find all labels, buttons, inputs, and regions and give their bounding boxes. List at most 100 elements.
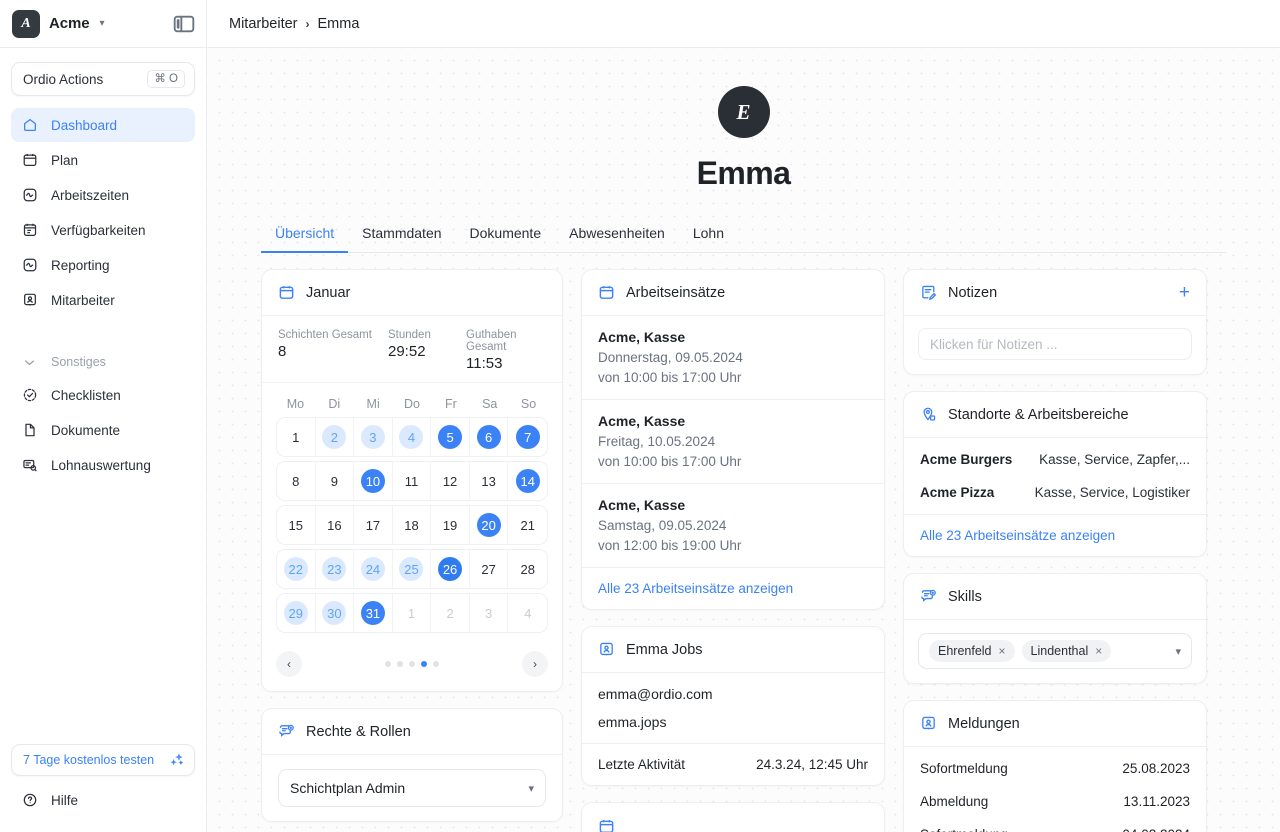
roles-card-header: Rechte & Rollen xyxy=(262,709,562,755)
calendar-day-cell[interactable]: 26 xyxy=(431,550,470,588)
panel-toggle-icon[interactable] xyxy=(172,12,196,36)
trial-button[interactable]: 7 Tage kostenlos testen xyxy=(11,744,195,776)
chevron-down-icon[interactable]: ▾ xyxy=(1175,645,1181,658)
calendar-pager: ‹ › xyxy=(262,643,562,691)
report-row: Sofortmeldung 04.02.2024 xyxy=(904,818,1206,832)
calendar-day-number: 6 xyxy=(477,425,501,449)
calendar-day-cell[interactable]: 4 xyxy=(508,594,547,632)
calendar-day-cell[interactable]: 6 xyxy=(470,418,509,456)
calendar-day-cell[interactable]: 12 xyxy=(431,462,470,500)
skills-select[interactable]: Ehrenfeld × Lindenthal × ▾ xyxy=(918,633,1192,669)
calendar-day-cell[interactable]: 17 xyxy=(354,506,393,544)
calendar-day-cell[interactable]: 19 xyxy=(431,506,470,544)
calendar-week-row: 1234567 xyxy=(276,417,548,457)
skill-chip[interactable]: Ehrenfeld × xyxy=(929,640,1015,662)
role-select[interactable]: Schichtplan Admin ▾ xyxy=(278,769,546,807)
sidebar-section-sonstiges[interactable]: Sonstiges xyxy=(11,347,195,377)
close-icon[interactable]: × xyxy=(999,644,1006,658)
calendar-page-dot[interactable] xyxy=(397,661,403,667)
breadcrumb-current: Emma xyxy=(318,16,360,32)
sidebar-item-verfuegbarkeiten[interactable]: Verfügbarkeiten xyxy=(11,213,195,247)
skills-title: Skills xyxy=(948,589,982,605)
calendar-day-cell[interactable]: 1 xyxy=(277,418,316,456)
sidebar-item-reporting[interactable]: Reporting xyxy=(11,248,195,282)
calendar-day-cell[interactable]: 1 xyxy=(393,594,432,632)
locations-show-all-link[interactable]: Alle 23 Arbeitseinsätze anzeigen xyxy=(904,515,1206,556)
calendar-day-cell[interactable]: 31 xyxy=(354,594,393,632)
skill-chip[interactable]: Lindenthal × xyxy=(1022,640,1112,662)
tab-lohn[interactable]: Lohn xyxy=(679,217,738,252)
calendar-day-cell[interactable]: 10 xyxy=(354,462,393,500)
calendar-day-cell[interactable]: 13 xyxy=(470,462,509,500)
calendar-next-button[interactable]: › xyxy=(522,651,548,677)
add-note-button[interactable]: + xyxy=(1179,283,1190,302)
calendar-day-cell[interactable]: 16 xyxy=(316,506,355,544)
sidebar-item-dashboard[interactable]: Dashboard xyxy=(11,108,195,142)
calendar-day-cell[interactable]: 15 xyxy=(277,506,316,544)
breadcrumb-root[interactable]: Mitarbeiter xyxy=(229,16,298,32)
calendar-page-dot[interactable] xyxy=(385,661,391,667)
calendar-day-cell[interactable]: 2 xyxy=(431,594,470,632)
calendar-day-cell[interactable]: 25 xyxy=(393,550,432,588)
calendar-day-cell[interactable]: 21 xyxy=(508,506,547,544)
calendar-page-dot[interactable] xyxy=(409,661,415,667)
ordio-actions-search[interactable]: Ordio Actions ⌘ O xyxy=(11,62,195,96)
calendar-day-cell[interactable]: 29 xyxy=(277,594,316,632)
trial-label: 7 Tage kostenlos testen xyxy=(23,753,154,767)
calendar-day-cell[interactable]: 11 xyxy=(393,462,432,500)
calendar-day-cell[interactable]: 7 xyxy=(508,418,547,456)
stat-stunden: Stunden 29:52 xyxy=(388,329,466,372)
calendar-day-cell[interactable]: 5 xyxy=(431,418,470,456)
chevron-down-icon: ▾ xyxy=(528,782,534,795)
calendar-day-cell[interactable]: 30 xyxy=(316,594,355,632)
profile-hero: E Emma xyxy=(207,48,1280,192)
reports-card-header: Meldungen xyxy=(904,701,1206,747)
sidebar-item-checklisten[interactable]: Checklisten xyxy=(11,378,195,412)
report-date: 13.11.2023 xyxy=(1123,794,1190,809)
calendar-day-cell[interactable]: 3 xyxy=(470,594,509,632)
sidebar-item-lohnauswertung[interactable]: Lohnauswertung xyxy=(11,448,195,482)
tab-abwesenheiten[interactable]: Abwesenheiten xyxy=(555,217,679,252)
sidebar-item-dokumente[interactable]: Dokumente xyxy=(11,413,195,447)
sidebar-item-hilfe[interactable]: Hilfe xyxy=(11,782,195,818)
calendar-day-cell[interactable]: 22 xyxy=(277,550,316,588)
calendar-day-cell[interactable]: 24 xyxy=(354,550,393,588)
jobs-last-activity-value: 24.3.24, 12:45 Uhr xyxy=(756,757,868,772)
calendar-day-cell[interactable]: 14 xyxy=(508,462,547,500)
calendar-day-cell[interactable]: 20 xyxy=(470,506,509,544)
sidebar-item-arbeitszeiten[interactable]: Arbeitszeiten xyxy=(11,178,195,212)
calendar-day-cell[interactable]: 2 xyxy=(316,418,355,456)
shift-row[interactable]: Acme, Kasse Samstag, 09.05.2024 von 12:0… xyxy=(582,484,884,568)
close-icon[interactable]: × xyxy=(1095,644,1102,658)
calendar-prev-button[interactable]: ‹ xyxy=(276,651,302,677)
tab-dokumente[interactable]: Dokumente xyxy=(456,217,556,252)
shifts-show-all-link[interactable]: Alle 23 Arbeitseinsätze anzeigen xyxy=(582,568,884,609)
calendar-day-cell[interactable]: 9 xyxy=(316,462,355,500)
calendar-day-number: 21 xyxy=(516,513,540,537)
shift-date: Freitag, 10.05.2024 xyxy=(598,434,868,449)
note-edit-icon xyxy=(920,284,937,301)
calendar-day-cell[interactable]: 8 xyxy=(277,462,316,500)
shift-row[interactable]: Acme, Kasse Donnerstag, 09.05.2024 von 1… xyxy=(582,316,884,400)
calendar-weeks: 1234567891011121314151617181920212223242… xyxy=(276,417,548,633)
calendar-page-dot[interactable] xyxy=(433,661,439,667)
calendar-day-cell[interactable]: 3 xyxy=(354,418,393,456)
tab-stammdaten[interactable]: Stammdaten xyxy=(348,217,455,252)
shift-row[interactable]: Acme, Kasse Freitag, 10.05.2024 von 10:0… xyxy=(582,400,884,484)
note-input[interactable]: Klicken für Notizen ... xyxy=(918,328,1192,360)
calendar-day-cell[interactable]: 28 xyxy=(508,550,547,588)
org-name[interactable]: Acme xyxy=(49,15,89,32)
calendar-day-cell[interactable]: 18 xyxy=(393,506,432,544)
chevron-down-icon[interactable]: ▾ xyxy=(99,18,104,29)
calendar-day-cell[interactable]: 23 xyxy=(316,550,355,588)
user-card-icon xyxy=(920,715,937,732)
calendar-day-cell[interactable]: 4 xyxy=(393,418,432,456)
tab-uebersicht[interactable]: Übersicht xyxy=(261,217,348,252)
calendar-day-cell[interactable]: 27 xyxy=(470,550,509,588)
reports-card: Meldungen Sofortmeldung 25.08.2023 Abmel… xyxy=(903,700,1207,832)
notes-card-header: Notizen + xyxy=(904,270,1206,316)
calendar-page-dot[interactable] xyxy=(421,661,427,667)
sidebar-item-mitarbeiter[interactable]: Mitarbeiter xyxy=(11,283,195,317)
sidebar-item-plan[interactable]: Plan xyxy=(11,143,195,177)
sidebar-item-label: Lohnauswertung xyxy=(51,458,151,473)
